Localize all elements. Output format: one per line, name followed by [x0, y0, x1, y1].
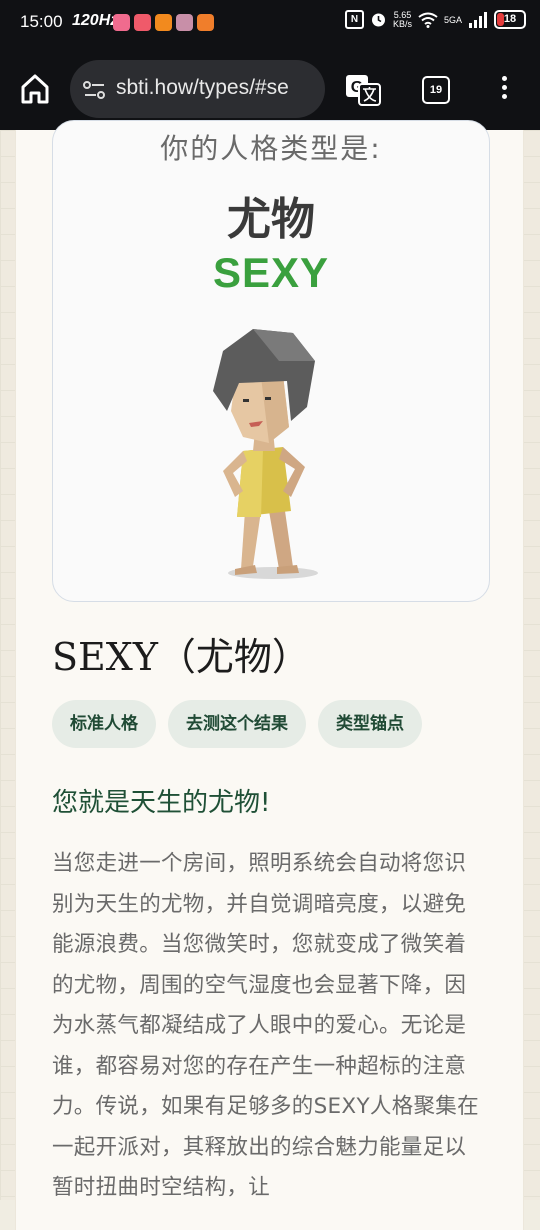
signal-icon — [469, 11, 487, 28]
avatar-app-icon — [176, 14, 193, 31]
battery-level: 18 — [503, 13, 517, 25]
notification-icons — [113, 14, 214, 31]
result-poster: 你的人格类型是: 尤物 SEXY — [52, 120, 490, 602]
type-title: SEXY（尤物） — [52, 635, 310, 679]
translate-icon[interactable]: G — [345, 74, 381, 106]
system-indicators: N 5.65 KB/s 5GA 18 — [344, 10, 526, 29]
tv-app-icon — [134, 14, 151, 31]
shop-app-icon — [155, 14, 172, 31]
site-settings-icon[interactable] — [82, 79, 108, 101]
web-page: 你的人格类型是: 尤物 SEXY SEXY（尤物） 标准人格 去测这个结果 类型… — [0, 120, 540, 1230]
status-bar: 15:00 120Hz N 5.65 KB/s 5GA 18 — [0, 0, 540, 46]
network-type: 5GA — [443, 14, 462, 25]
nfc-icon: N — [344, 10, 364, 29]
refresh-rate: 120Hz — [72, 12, 119, 29]
description-paragraph: 当您走进一个房间，照明系统会自动将您识别为天生的尤物，并自觉调暗亮度，以避免能源… — [52, 851, 479, 1200]
chip-type-anchor[interactable]: 类型锚点 — [318, 700, 422, 748]
poster-type-en: SEXY — [212, 249, 330, 296]
tab-switcher-button[interactable]: 19 — [422, 76, 450, 104]
net-speed: 5.65 KB/s — [392, 10, 412, 29]
more-menu-icon[interactable] — [498, 76, 510, 104]
poster-type-cn: 尤物 — [227, 194, 315, 245]
url-text[interactable]: sbti.how/types/#se — [116, 76, 316, 100]
browser-toolbar: sbti.how/types/#se G 19 — [0, 46, 540, 130]
result-card: 你的人格类型是: 尤物 SEXY SEXY（尤物） 标准人格 去测这个结果 类型… — [15, 120, 524, 1230]
chip-row: 标准人格 去测这个结果 类型锚点 — [52, 700, 422, 748]
character-illustration — [213, 329, 318, 579]
result-description: 当您走进一个房间，照明系统会自动将您识别为天生的尤物，并自觉调暗亮度，以避免能源… — [52, 844, 484, 1209]
alarm-icon — [371, 13, 385, 27]
result-subheading: 您就是天生的尤物! — [52, 788, 271, 818]
wifi-icon — [418, 12, 438, 28]
video-app-icon — [197, 14, 214, 31]
clock: 15:00 — [20, 12, 63, 31]
address-bar[interactable]: sbti.how/types/#se — [70, 60, 325, 118]
home-icon[interactable] — [18, 72, 52, 106]
poster-heading: 你的人格类型是: — [160, 132, 382, 165]
bilibili-icon — [113, 14, 130, 31]
net-speed-unit: KB/s — [392, 18, 412, 29]
battery-icon: 18 — [494, 10, 526, 29]
chip-take-test[interactable]: 去测这个结果 — [168, 700, 306, 748]
chip-standard-type[interactable]: 标准人格 — [52, 700, 156, 748]
